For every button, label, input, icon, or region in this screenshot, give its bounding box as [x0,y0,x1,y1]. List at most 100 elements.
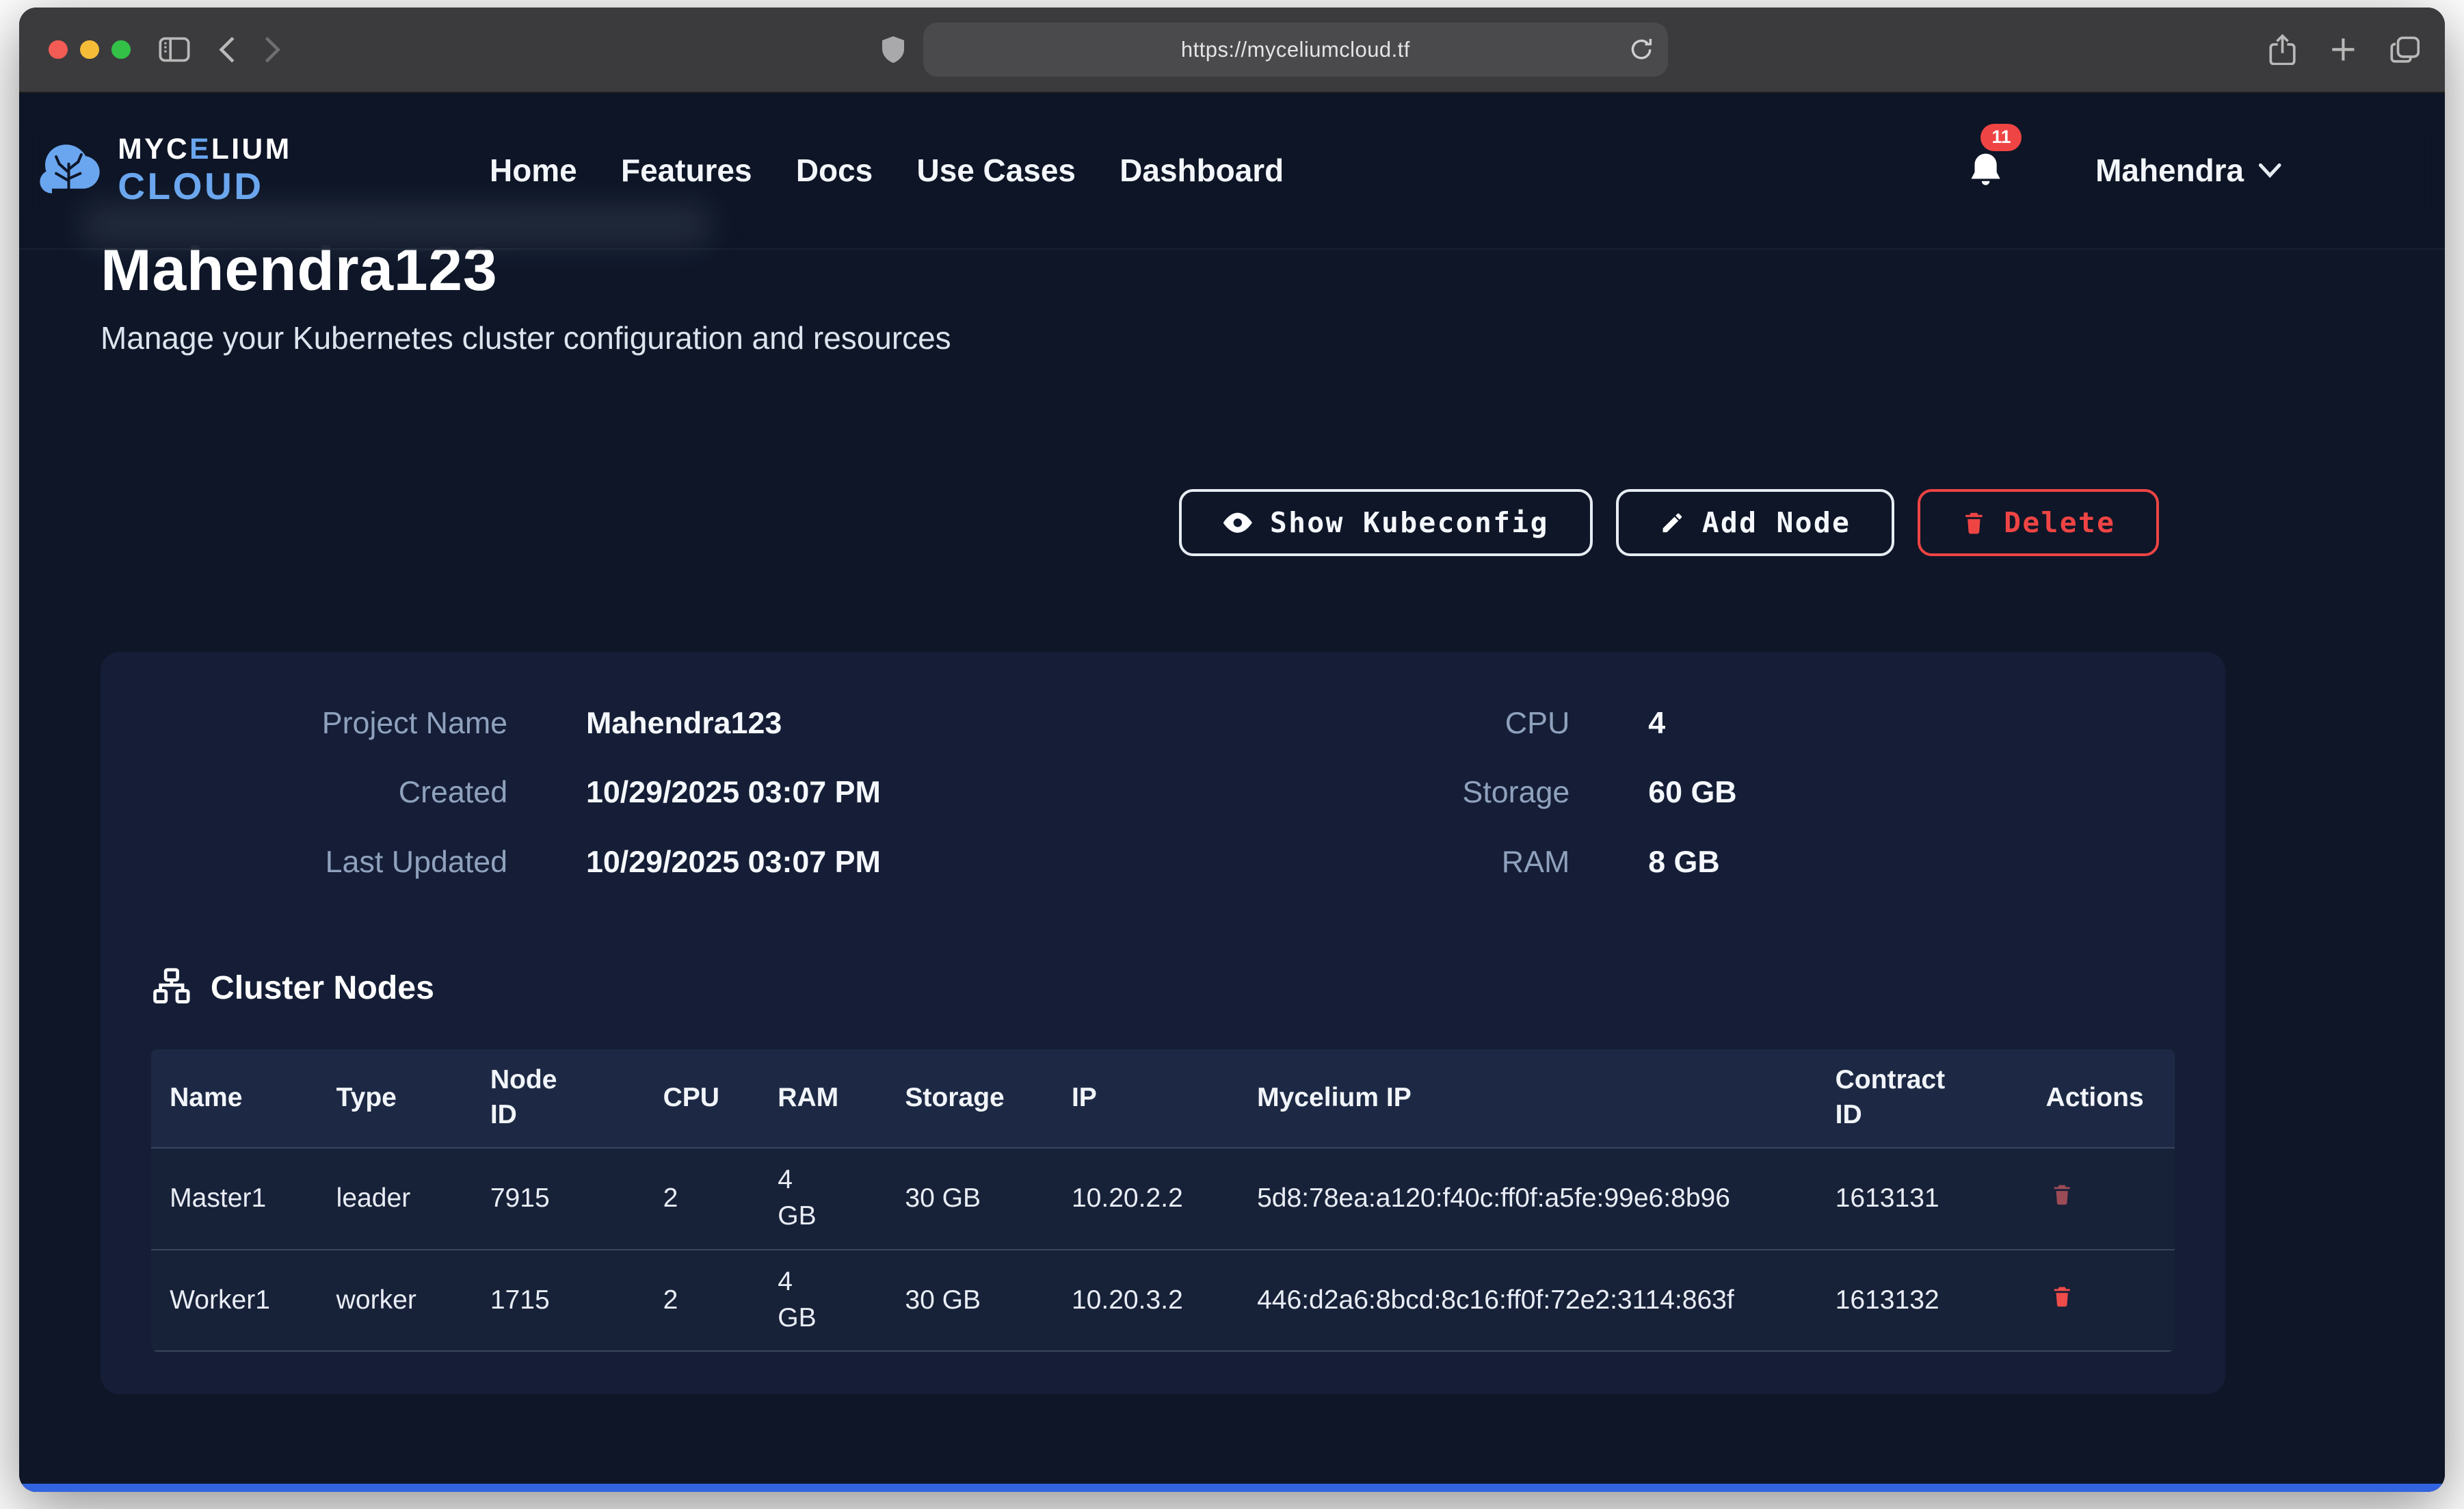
col-ram: RAM [759,1066,886,1129]
brand-logo[interactable]: MYCELIUM CLOUD [36,135,292,205]
show-kubeconfig-label: Show Kubeconfig [1270,506,1549,539]
cpu-value: 4 [1648,706,2175,741]
table-row: Master1 leader 7915 2 4 GB 30 GB 10.20.2… [151,1149,2175,1249]
node-cpu: 2 [644,1166,759,1231]
node-type: leader [317,1166,471,1231]
footer-accent-bar [19,1484,2446,1491]
delete-node-button[interactable] [2050,1283,2074,1309]
reload-icon[interactable] [1630,38,1652,61]
back-button[interactable] [218,36,235,64]
nav-item-home[interactable]: Home [490,152,577,189]
browser-chrome: https://myceliumcloud.tf [19,8,2446,92]
node-contract-id: 1613131 [1816,1166,2027,1231]
node-name: Worker1 [151,1268,318,1333]
cluster-details-panel: Project Name Mahendra123 CPU 4 Created 1… [101,652,2225,1394]
last-updated-value: 10/29/2025 03:07 PM [586,845,1136,880]
mycelium-logo-icon [36,139,105,202]
nav-right: 11 Mahendra [1967,150,2282,192]
cluster-actions: Show Kubeconfig Add Node Delete [101,489,2159,557]
address-bar[interactable]: https://myceliumcloud.tf [923,23,1668,76]
page-subtitle: Manage your Kubernetes cluster configura… [101,321,2445,356]
col-ip: IP [1052,1066,1238,1129]
nav-item-docs[interactable]: Docs [796,152,873,189]
sidebar-toggle-icon[interactable] [159,37,190,62]
screenshot-canvas: https://myceliumcloud.tf [19,8,2446,1491]
node-ram: 4 GB [759,1250,886,1351]
share-icon[interactable] [2269,34,2296,66]
node-ip: 10.20.2.2 [1052,1166,1238,1231]
col-type: Type [317,1066,471,1129]
new-tab-icon[interactable] [2331,37,2356,62]
add-node-button[interactable]: Add Node [1616,489,1894,557]
nav-item-features[interactable]: Features [621,152,752,189]
col-name: Name [151,1066,318,1129]
address-bar-area: https://myceliumcloud.tf [281,23,2269,76]
show-kubeconfig-button[interactable]: Show Kubeconfig [1179,489,1592,557]
page-content: Mahendra123 Manage your Kubernetes clust… [19,93,2446,1492]
ram-label: RAM [1215,845,1569,880]
delete-label: Delete [2004,506,2115,539]
user-name: Mahendra [2095,152,2244,189]
ram-value: 8 GB [1648,845,2175,880]
col-storage: Storage [886,1066,1053,1129]
nav-links: Home Features Docs Use Cases Dashboard [490,152,1284,189]
node-name: Master1 [151,1166,318,1231]
table-header-row: Name Type Node ID CPU RAM Storage IP Myc… [151,1049,2175,1149]
trash-icon [1961,509,1987,536]
notifications-button[interactable]: 11 [1967,150,2004,192]
notification-count-badge: 11 [1981,124,2022,151]
node-id: 1715 [471,1268,644,1333]
node-id: 7915 [471,1166,644,1231]
node-ram: 4 GB [759,1149,886,1249]
node-mycelium-ip: 446:d2a6:8bcd:8c16:ff0f:72e2:3114:863f [1238,1268,1817,1333]
forward-button[interactable] [264,36,281,64]
cluster-nodes-icon [151,967,192,1008]
project-info-grid: Project Name Mahendra123 CPU 4 Created 1… [151,706,2175,880]
pencil-icon [1660,510,1685,536]
cpu-label: CPU [1215,706,1569,741]
col-node-id: Node ID [471,1049,644,1147]
node-cpu: 2 [644,1268,759,1333]
nav-item-dashboard[interactable]: Dashboard [1120,152,1284,189]
storage-label: Storage [1215,775,1569,810]
col-cpu: CPU [644,1066,759,1129]
node-contract-id: 1613132 [1816,1268,2027,1333]
add-node-label: Add Node [1702,506,1851,539]
bell-icon [1967,150,2004,192]
node-type: worker [317,1268,471,1333]
col-actions: Actions [2027,1066,2175,1129]
site-viewport: Mahendra123 Manage your Kubernetes clust… [19,93,2446,1492]
close-window-button[interactable] [49,40,68,60]
created-value: 10/29/2025 03:07 PM [586,775,1136,810]
table-row: Worker1 worker 1715 2 4 GB 30 GB 10.20.3… [151,1249,2175,1352]
brand-wordmark: MYCELIUM CLOUD [118,135,291,205]
project-name-value: Mahendra123 [586,706,1136,741]
browser-window: https://myceliumcloud.tf [19,8,2446,1491]
node-storage: 30 GB [886,1166,1053,1231]
delete-node-button[interactable] [2050,1181,2074,1207]
col-mycelium-ip: Mycelium IP [1238,1066,1817,1129]
node-ip: 10.20.3.2 [1052,1268,1238,1333]
chrome-right-buttons [2269,34,2420,66]
traffic-lights [49,40,130,60]
created-label: Created [151,775,508,810]
zoom-window-button[interactable] [111,40,131,60]
project-name-label: Project Name [151,706,508,741]
eye-icon [1223,511,1253,534]
col-contract-id: Contract ID [1816,1049,2027,1147]
privacy-shield-icon [882,36,904,63]
node-mycelium-ip: 5d8:78ea:a120:f40c:ff0f:a5fe:99e6:8b96 [1238,1166,1817,1231]
site-navbar: MYCELIUM CLOUD Home Features Docs Use Ca… [19,93,2446,250]
tab-overview-icon[interactable] [2390,36,2420,63]
cluster-nodes-title: Cluster Nodes [211,969,434,1007]
nav-item-use-cases[interactable]: Use Cases [917,152,1076,189]
storage-value: 60 GB [1648,775,2175,810]
cluster-nodes-heading: Cluster Nodes [151,967,2175,1008]
user-menu[interactable]: Mahendra [2095,152,2281,189]
node-storage: 30 GB [886,1268,1053,1333]
chevron-down-icon [2258,163,2281,179]
last-updated-label: Last Updated [151,845,508,880]
cluster-nodes-table: Name Type Node ID CPU RAM Storage IP Myc… [151,1049,2175,1352]
minimize-window-button[interactable] [80,40,99,60]
delete-cluster-button[interactable]: Delete [1918,489,2159,557]
